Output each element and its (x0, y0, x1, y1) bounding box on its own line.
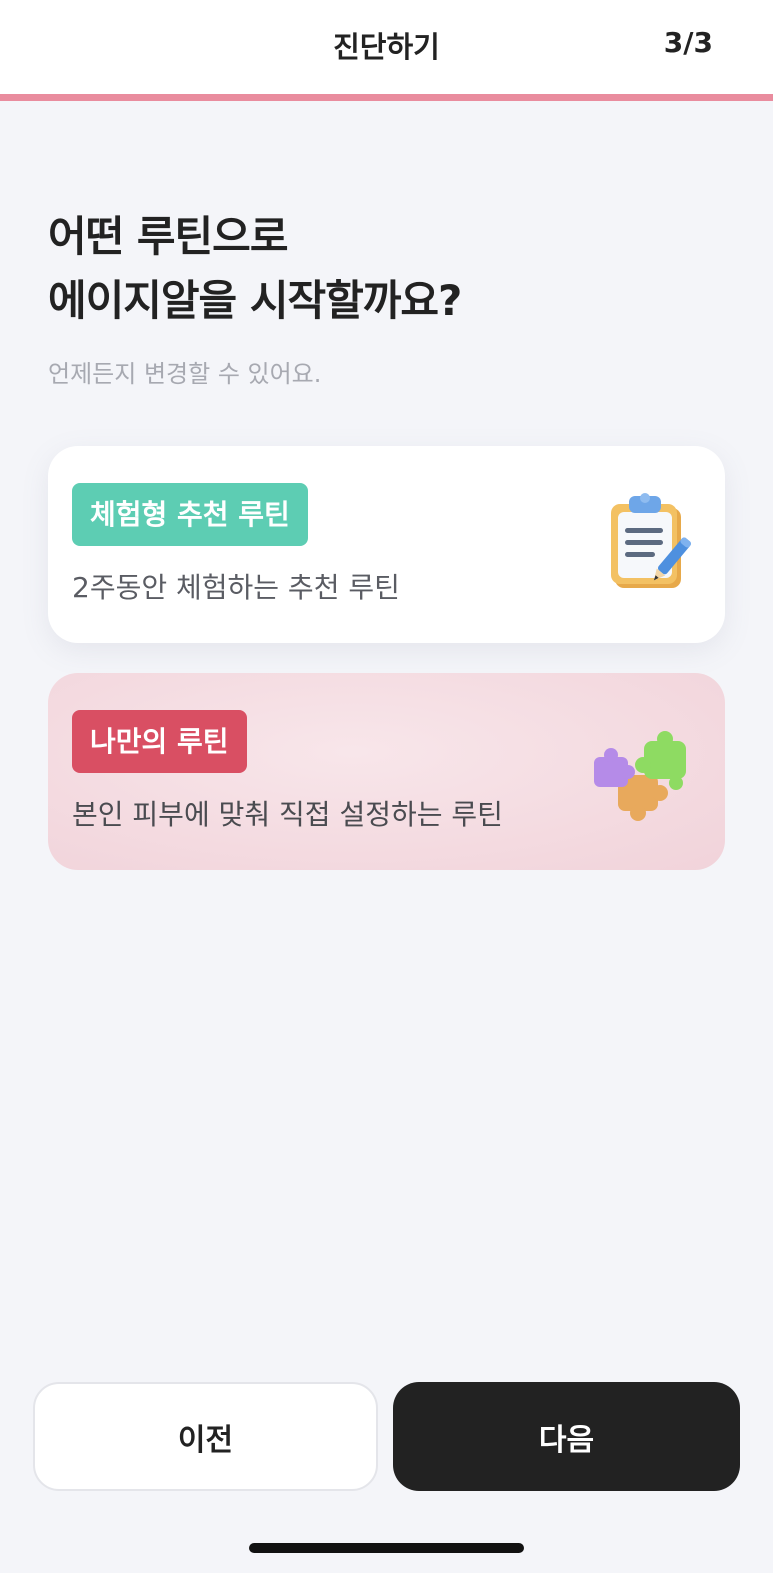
progress-bar-fill (0, 94, 773, 101)
puzzle-icon (594, 731, 686, 821)
progress-bar (0, 94, 773, 101)
page-title: 진단하기 (333, 30, 440, 64)
clipboard-icon (611, 493, 691, 588)
step-indicator: 3/3 (663, 26, 713, 59)
next-button[interactable]: 다음 (393, 1382, 740, 1491)
option-card-recommended-routine[interactable]: 체험형 추천 루틴 2주동안 체험하는 추천 루틴 (48, 446, 725, 643)
question-line-1: 어떤 루틴으로 (48, 212, 288, 261)
top-header: 진단하기 3/3 (0, 0, 773, 94)
option-description-custom: 본인 피부에 맞춰 직접 설정하는 루틴 (72, 798, 503, 831)
question-subtitle: 언제든지 변경할 수 있어요. (48, 360, 322, 388)
previous-button[interactable]: 이전 (33, 1382, 378, 1491)
option-card-custom-routine[interactable]: 나만의 루틴 본인 피부에 맞춰 직접 설정하는 루틴 (48, 673, 725, 870)
option-badge-recommended: 체험형 추천 루틴 (72, 483, 308, 546)
option-description-recommended: 2주동안 체험하는 추천 루틴 (72, 571, 400, 604)
home-indicator (249, 1543, 524, 1553)
question-line-2: 에이지알을 시작할까요? (48, 276, 462, 325)
option-badge-custom: 나만의 루틴 (72, 710, 247, 773)
question-heading: 어떤 루틴으로 에이지알을 시작할까요? (48, 205, 728, 333)
